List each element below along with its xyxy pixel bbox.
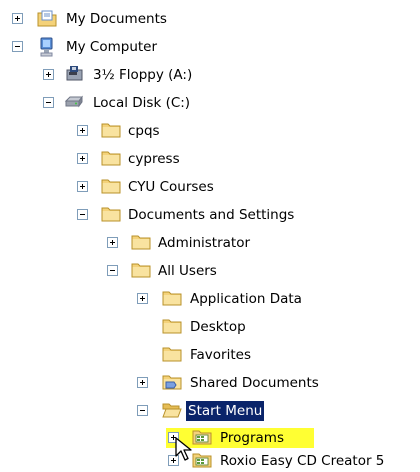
tree-item-label[interactable]: CYU Courses [126, 177, 216, 197]
my-documents-icon [37, 9, 57, 27]
programs-folder-icon [192, 428, 212, 446]
tree-item-cyu-courses[interactable]: CYU Courses [0, 176, 250, 198]
folder-icon [101, 149, 121, 167]
tree-item-label[interactable]: Shared Documents [188, 373, 321, 393]
folder-icon [162, 317, 182, 335]
tree-item-label[interactable]: Roxio Easy CD Creator 5 [218, 451, 386, 471]
tree-item-favorites[interactable]: Favorites [0, 344, 260, 366]
collapse-toggle-minus[interactable] [107, 265, 118, 276]
programs-folder-icon [192, 451, 212, 469]
tree-item-shared-documents[interactable]: Shared Documents [0, 372, 330, 394]
tree-item-label[interactable]: cypress [126, 149, 182, 169]
tree-item-floppy[interactable]: 3½ Floppy (A:) [0, 64, 220, 86]
folder-icon [131, 233, 151, 251]
tree-item-label[interactable]: Application Data [188, 289, 304, 309]
folder-icon [101, 205, 121, 223]
tree-item-label[interactable]: All Users [156, 261, 219, 281]
tree-item-all-users[interactable]: All Users [0, 260, 260, 282]
tree-item-label-highlighted[interactable]: Programs [218, 428, 286, 448]
open-folder-icon [162, 401, 182, 419]
expand-toggle-plus[interactable] [107, 237, 118, 248]
my-computer-icon [37, 37, 57, 57]
folder-icon [162, 289, 182, 307]
collapse-toggle-minus[interactable] [12, 41, 23, 52]
floppy-drive-icon [64, 65, 84, 83]
expand-toggle-plus[interactable] [137, 377, 148, 388]
hard-disk-icon [64, 93, 84, 111]
tree-item-start-menu[interactable]: Start Menu [0, 400, 300, 422]
tree-item-label[interactable]: Local Disk (C:) [91, 93, 192, 113]
tree-item-label[interactable]: cpqs [126, 121, 162, 141]
tree-item-my-documents[interactable]: My Documents [0, 8, 200, 30]
expand-toggle-plus[interactable] [168, 455, 179, 466]
tree-item-cypress[interactable]: cypress [0, 148, 200, 170]
tree-item-administrator[interactable]: Administrator [0, 232, 280, 254]
collapse-toggle-minus[interactable] [77, 209, 88, 220]
expand-toggle-plus[interactable] [77, 181, 88, 192]
expand-toggle-plus[interactable] [12, 13, 23, 24]
tree-item-roxio-easy-cd-creator[interactable]: Roxio Easy CD Creator 5 [0, 450, 420, 472]
folder-icon [101, 121, 121, 139]
folder-icon [101, 177, 121, 195]
tree-item-label[interactable]: Administrator [156, 233, 252, 253]
expand-toggle-plus[interactable] [168, 432, 179, 443]
expand-toggle-plus[interactable] [77, 153, 88, 164]
tree-item-application-data[interactable]: Application Data [0, 288, 320, 310]
collapse-toggle-minus[interactable] [43, 97, 54, 108]
tree-item-label[interactable]: Desktop [188, 317, 248, 337]
tree-item-local-disk[interactable]: Local Disk (C:) [0, 92, 220, 114]
tree-item-label[interactable]: Favorites [188, 345, 253, 365]
tree-item-label[interactable]: Documents and Settings [126, 205, 296, 225]
tree-item-label[interactable]: My Documents [64, 9, 169, 29]
tree-item-cpqs[interactable]: cpqs [0, 120, 200, 142]
collapse-toggle-minus[interactable] [137, 405, 148, 416]
tree-item-label[interactable]: My Computer [64, 37, 159, 57]
expand-toggle-plus[interactable] [77, 125, 88, 136]
tree-item-label-selected[interactable]: Start Menu [186, 401, 265, 421]
tree-item-programs[interactable]: Programs [0, 427, 320, 449]
expand-toggle-plus[interactable] [43, 69, 54, 80]
folder-icon [162, 345, 182, 363]
tree-item-my-computer[interactable]: My Computer [0, 36, 200, 58]
tree-item-documents-and-settings[interactable]: Documents and Settings [0, 204, 320, 226]
folder-icon [131, 261, 151, 279]
expand-toggle-plus[interactable] [137, 293, 148, 304]
shared-folder-icon [162, 373, 182, 391]
tree-item-label[interactable]: 3½ Floppy (A:) [91, 65, 194, 85]
tree-item-desktop[interactable]: Desktop [0, 316, 260, 338]
folder-tree: My Documents My Computer 3½ Floppy (A:) … [0, 0, 420, 472]
